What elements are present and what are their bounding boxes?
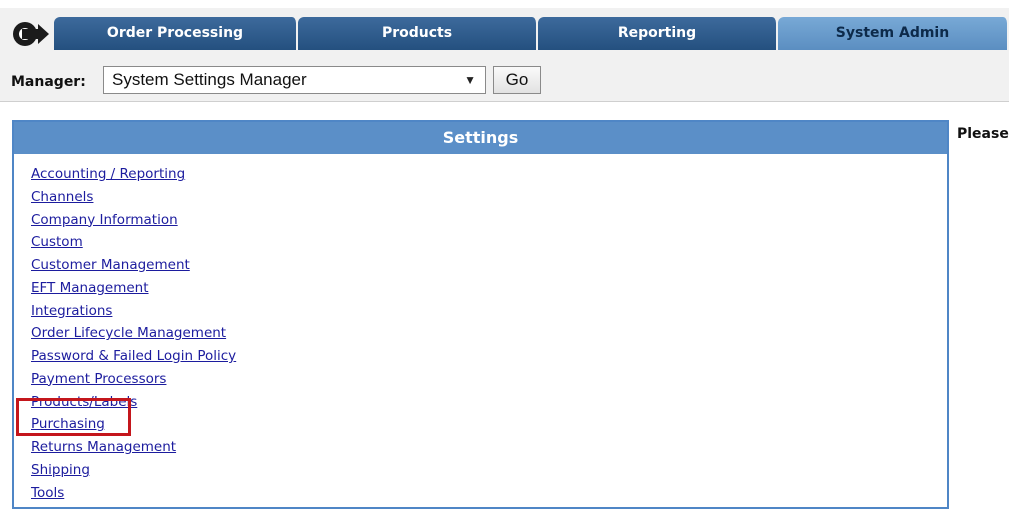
settings-link-eft-management[interactable]: EFT Management (31, 280, 149, 296)
settings-link-password-failed-login-policy[interactable]: Password & Failed Login Policy (31, 348, 236, 364)
list-item: Password & Failed Login Policy (31, 344, 947, 367)
list-item: Accounting / Reporting (31, 162, 947, 185)
go-button[interactable]: Go (493, 66, 541, 94)
list-item: Custom (31, 230, 947, 253)
manager-bar: Manager: System Settings Manager ▼ Go (0, 60, 1009, 102)
main-tabs: Order Processing Products Reporting Syst… (54, 17, 1009, 50)
list-item: Customer Management (31, 253, 947, 276)
settings-link-returns-management[interactable]: Returns Management (31, 439, 176, 455)
list-item: Payment Processors (31, 367, 947, 390)
manager-select-value: System Settings Manager (112, 70, 307, 89)
settings-link-accounting-reporting[interactable]: Accounting / Reporting (31, 166, 185, 182)
list-item: EFT Management (31, 276, 947, 299)
settings-link-integrations[interactable]: Integrations (31, 303, 112, 319)
top-navigation-bar: Order Processing Products Reporting Syst… (0, 0, 1009, 60)
list-item: Integrations (31, 299, 947, 322)
list-item: Tools (31, 481, 947, 504)
list-item: Purchasing (31, 412, 947, 435)
tab-products[interactable]: Products (298, 17, 538, 50)
settings-panel: Settings Accounting / Reporting Channels… (12, 120, 949, 509)
settings-link-order-lifecycle-management[interactable]: Order Lifecycle Management (31, 325, 226, 341)
settings-header: Settings (14, 122, 947, 154)
tab-reporting[interactable]: Reporting (538, 17, 778, 50)
top-edge (0, 0, 1009, 8)
page: Order Processing Products Reporting Syst… (0, 0, 1009, 512)
list-item: Returns Management (31, 435, 947, 458)
settings-link-custom[interactable]: Custom (31, 234, 83, 250)
purchasing-highlight-box (16, 398, 131, 436)
list-item: Products/Labels (31, 390, 947, 413)
manager-select[interactable]: System Settings Manager ▼ (103, 66, 486, 94)
list-item: Channels (31, 185, 947, 208)
settings-link-company-information[interactable]: Company Information (31, 212, 178, 228)
arrow-logo-icon[interactable] (12, 20, 50, 48)
list-item: Shipping (31, 458, 947, 481)
manager-label: Manager: (11, 74, 86, 90)
settings-link-shipping[interactable]: Shipping (31, 462, 90, 478)
settings-link-payment-processors[interactable]: Payment Processors (31, 371, 166, 387)
settings-link-tools[interactable]: Tools (31, 485, 64, 501)
tab-order-processing[interactable]: Order Processing (54, 17, 298, 50)
list-item: Company Information (31, 208, 947, 231)
list-item: Order Lifecycle Management (31, 321, 947, 344)
please-text: Please (957, 126, 1009, 142)
settings-link-channels[interactable]: Channels (31, 189, 93, 205)
chevron-down-icon: ▼ (464, 73, 476, 87)
settings-link-customer-management[interactable]: Customer Management (31, 257, 190, 273)
settings-list: Accounting / Reporting Channels Company … (14, 154, 947, 503)
tab-system-admin[interactable]: System Admin (778, 17, 1009, 50)
